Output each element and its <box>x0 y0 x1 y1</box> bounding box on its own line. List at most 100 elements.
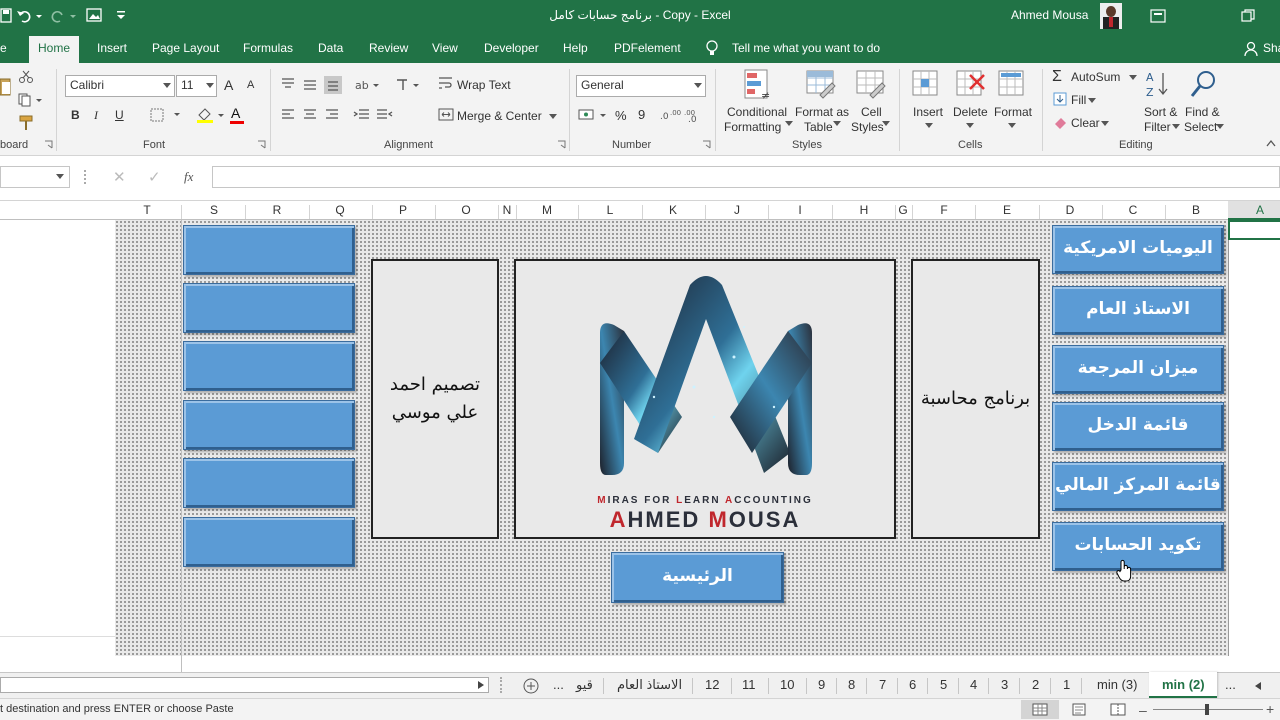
number-format-select[interactable]: General <box>576 75 706 97</box>
chart-of-accounts-button[interactable]: تكويد الحسابات <box>1052 522 1224 571</box>
column-header[interactable]: H <box>854 203 874 217</box>
tab-help[interactable]: Help <box>563 41 588 55</box>
blank-button-3[interactable] <box>183 341 355 391</box>
general-ledger-button[interactable]: الاستاذ العام <box>1052 286 1224 335</box>
tab-developer[interactable]: Developer <box>484 41 539 55</box>
active-cell[interactable] <box>1228 220 1280 240</box>
indent-icons[interactable] <box>353 108 393 122</box>
fill-icon[interactable] <box>1053 92 1069 106</box>
scroll-right-icon[interactable] <box>477 681 485 689</box>
shrink-font-button[interactable]: A <box>247 79 254 91</box>
cancel-icon[interactable]: ✕ <box>113 168 126 186</box>
sheet-tab[interactable]: 12 <box>705 677 719 692</box>
find-select-label-2[interactable]: Select <box>1184 120 1217 134</box>
fill-color-icon[interactable] <box>196 106 226 124</box>
page-break-view-icon[interactable] <box>1110 703 1126 716</box>
sheet-tab[interactable]: 5 <box>940 677 947 692</box>
sheet-tab[interactable]: 11 <box>742 677 756 692</box>
column-header[interactable]: L <box>600 203 620 217</box>
column-header[interactable]: C <box>1123 203 1143 217</box>
sheet-tab[interactable]: 3 <box>1001 677 1008 692</box>
insert-cells-button[interactable]: Insert <box>913 105 943 119</box>
column-header[interactable]: D <box>1060 203 1080 217</box>
worksheet[interactable]: تصميم احمد علي موسي MIRAS FOR LEARN ACCO… <box>0 220 1280 672</box>
format-cells-button[interactable]: Format <box>994 105 1032 119</box>
enter-icon[interactable]: ✓ <box>148 168 161 186</box>
column-header[interactable]: E <box>997 203 1017 217</box>
column-header[interactable]: T <box>137 203 157 217</box>
cell-styles-label[interactable]: Cell <box>861 105 882 119</box>
restore-icon[interactable] <box>1241 9 1255 23</box>
column-header[interactable]: G <box>893 203 913 217</box>
currency-icon[interactable] <box>578 107 608 123</box>
sheet-tab[interactable]: 1 <box>1063 677 1070 692</box>
decimal-icons[interactable]: .0.00.00.0 <box>660 107 704 123</box>
balance-sheet-button[interactable]: قائمة المركز المالي <box>1052 462 1224 511</box>
eraser-icon[interactable] <box>1053 115 1069 129</box>
column-header[interactable]: Q <box>330 203 350 217</box>
sheet-tab[interactable]: الاستاذ العام <box>617 677 682 693</box>
tab-file-edge[interactable]: e <box>0 41 7 55</box>
merge-icon[interactable] <box>438 107 454 123</box>
orientation-icon[interactable]: ab <box>355 76 381 94</box>
format-painter-icon[interactable] <box>18 115 34 131</box>
fill-button[interactable]: Fill <box>1071 93 1086 107</box>
font-name-select[interactable]: Calibri <box>65 75 175 97</box>
tab-page-layout[interactable]: Page Layout <box>152 41 219 55</box>
collapse-ribbon-icon[interactable] <box>1266 139 1276 147</box>
zoom-in-button[interactable]: + <box>1266 701 1274 717</box>
main-menu-button[interactable]: الرئيسية <box>611 552 784 603</box>
underline-button[interactable]: U <box>115 108 124 122</box>
formula-input[interactable] <box>212 166 1280 188</box>
new-sheet-icon[interactable] <box>523 678 539 694</box>
wrap-text-icon[interactable] <box>438 75 454 91</box>
tab-pdfelement[interactable]: PDFelement <box>614 41 681 55</box>
insert-cells-icon[interactable] <box>912 69 944 103</box>
alignment-launcher-icon[interactable] <box>557 140 566 149</box>
sort-filter-label[interactable]: Sort & <box>1144 105 1177 119</box>
tab-formulas[interactable]: Formulas <box>243 41 293 55</box>
income-statement-button[interactable]: قائمة الدخل <box>1052 402 1224 451</box>
page-layout-view-icon[interactable] <box>1071 703 1087 716</box>
find-select-label[interactable]: Find & <box>1185 105 1220 119</box>
horizontal-align-icons[interactable] <box>280 108 342 122</box>
ribbon-display-icon[interactable] <box>1150 9 1166 23</box>
cell-styles-label-2[interactable]: Styles <box>851 120 884 134</box>
cell-styles-icon[interactable] <box>856 69 886 103</box>
delete-cells-button[interactable]: Delete <box>953 105 988 119</box>
share-icon[interactable] <box>1244 41 1260 57</box>
copy-icon[interactable] <box>18 93 44 107</box>
column-header[interactable]: O <box>456 203 476 217</box>
column-header[interactable]: M <box>537 203 557 217</box>
column-header[interactable]: K <box>663 203 683 217</box>
cut-icon[interactable] <box>18 70 34 84</box>
wrap-text-button[interactable]: Wrap Text <box>457 78 511 92</box>
format-as-table-label[interactable]: Format as <box>795 105 849 119</box>
autosum-icon[interactable]: Σ <box>1052 68 1062 86</box>
tab-data[interactable]: Data <box>318 41 343 55</box>
conditional-formatting-icon[interactable]: ≠ <box>744 69 774 103</box>
column-header[interactable]: B <box>1186 203 1206 217</box>
conditional-formatting-label[interactable]: Conditional <box>727 105 787 119</box>
font-color-button[interactable]: A <box>231 105 240 121</box>
tab-insert[interactable]: Insert <box>97 41 127 55</box>
format-as-table-icon[interactable] <box>806 69 836 103</box>
insert-function-button[interactable]: fx <box>184 169 193 185</box>
sheet-tab-active[interactable]: min (2) <box>1162 677 1205 692</box>
tab-scroll-left-icon[interactable] <box>1255 682 1261 690</box>
bold-button[interactable]: B <box>71 108 80 122</box>
sheet-tab[interactable]: 7 <box>879 677 886 692</box>
sheet-tab[interactable]: قيو <box>576 677 593 693</box>
column-header[interactable]: F <box>934 203 954 217</box>
delete-cells-icon[interactable] <box>956 69 988 103</box>
font-launcher-icon[interactable] <box>257 140 266 149</box>
sheet-tab[interactable]: 8 <box>848 677 855 692</box>
sort-filter-icon[interactable]: AZ <box>1145 69 1175 101</box>
trial-balance-button[interactable]: ميزان المرجعة <box>1052 345 1224 394</box>
clipboard-launcher-icon[interactable] <box>44 140 53 149</box>
autosum-button[interactable]: AutoSum <box>1071 70 1120 84</box>
tab-home[interactable]: Home <box>29 36 80 63</box>
sheet-tab[interactable]: 2 <box>1032 677 1039 692</box>
conditional-formatting-label-2[interactable]: Formatting <box>724 120 781 134</box>
zoom-out-button[interactable]: – <box>1139 702 1147 718</box>
